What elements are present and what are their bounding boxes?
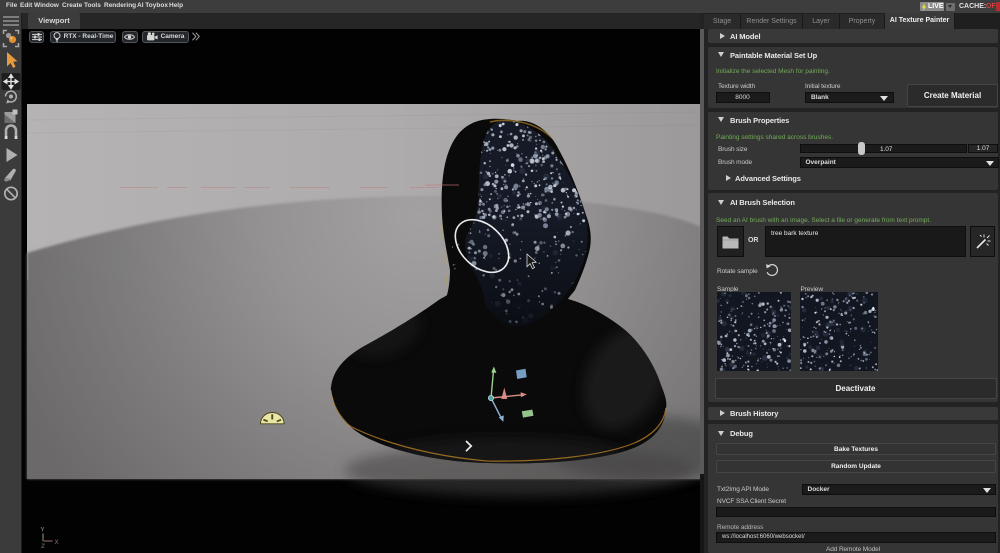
svg-text:Y: Y (41, 528, 45, 534)
svg-text:X: X (55, 540, 59, 546)
